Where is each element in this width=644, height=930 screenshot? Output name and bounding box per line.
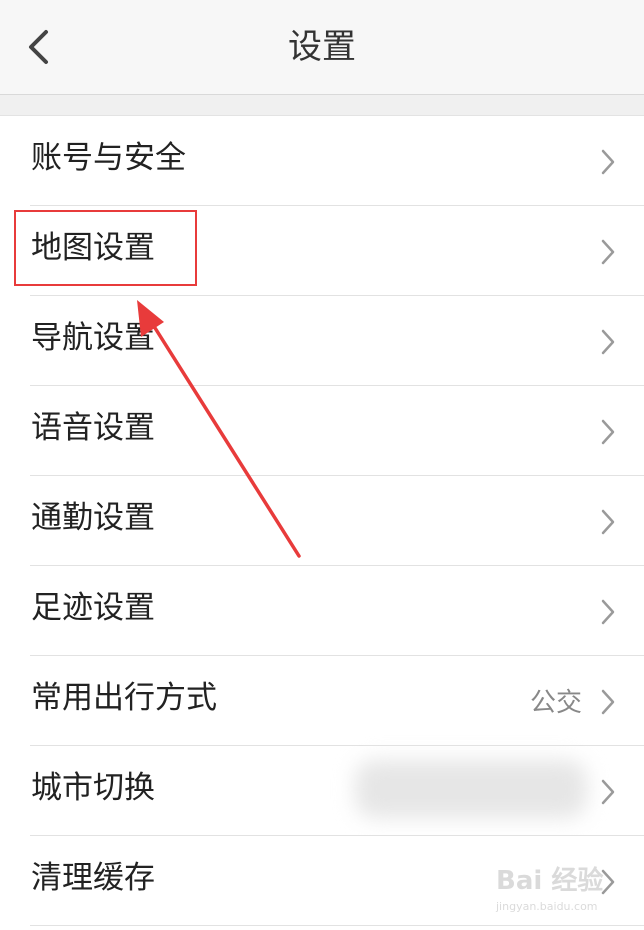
settings-item-value: 公交 [529,688,582,718]
settings-screen: 设置 账号与安全 地图设置 导航设置 语音设置 通勤设置 足迹设置 常用出行方式… [0,0,644,930]
settings-item-city-switch[interactable]: 城市切换 [0,746,644,836]
chevron-right-icon [601,149,615,175]
settings-item-label: 账号与安全 [31,140,186,176]
chevron-right-icon [601,509,615,535]
watermark-url: jingyan.baidu.com [496,900,598,913]
navigation-bar: 设置 [0,0,644,95]
chevron-left-icon [29,30,48,64]
watermark-logo: Bai 经验 [496,866,604,896]
settings-item-account-security[interactable]: 账号与安全 [0,116,644,206]
settings-item-footprint-settings[interactable]: 足迹设置 [0,566,644,656]
settings-item-navigation-settings[interactable]: 导航设置 [0,296,644,386]
page-title: 设置 [288,27,356,67]
chevron-right-icon [601,419,615,445]
settings-item-label: 清理缓存 [31,860,155,896]
chevron-right-icon [601,239,615,265]
settings-item-label: 足迹设置 [31,590,155,626]
settings-item-label: 常用出行方式 [31,680,217,716]
back-button[interactable] [20,22,64,72]
settings-item-voice-settings[interactable]: 语音设置 [0,386,644,476]
settings-item-label: 城市切换 [31,770,155,806]
chevron-right-icon [601,779,615,805]
settings-item-travel-mode[interactable]: 常用出行方式 公交 [0,656,644,746]
settings-item-label: 通勤设置 [31,500,155,536]
highlight-box [14,210,197,286]
chevron-right-icon [601,329,615,355]
chevron-right-icon [601,689,615,715]
blurred-city-value [355,760,587,818]
settings-item-label: 导航设置 [31,320,155,356]
settings-item-commute-settings[interactable]: 通勤设置 [0,476,644,566]
watermark: Bai 经验 jingyan.baidu.com [496,860,636,920]
chevron-right-icon [601,599,615,625]
section-divider [0,95,644,116]
settings-item-label: 语音设置 [31,410,155,446]
